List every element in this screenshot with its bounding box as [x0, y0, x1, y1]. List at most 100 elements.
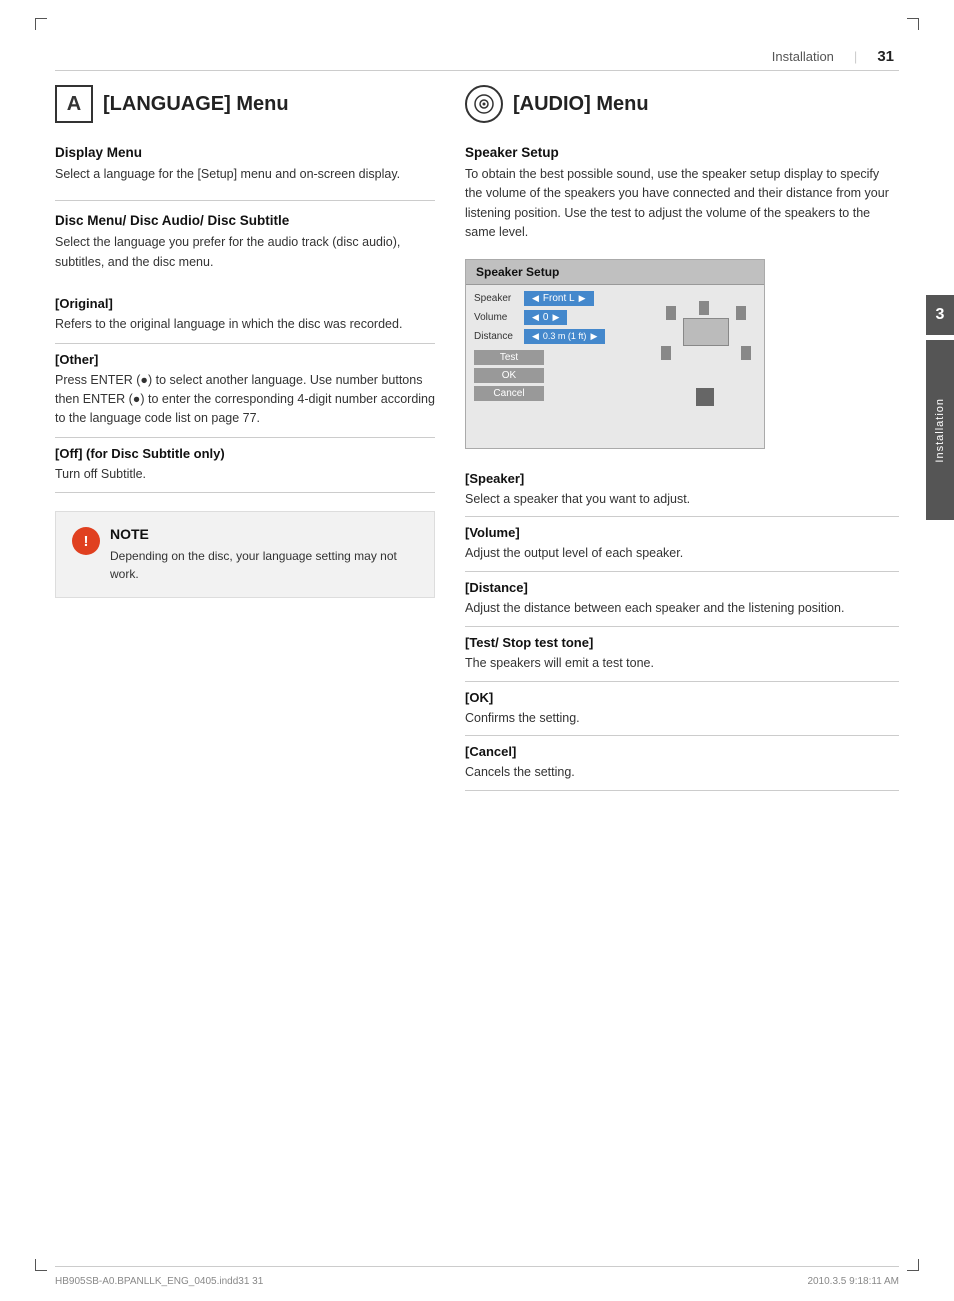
- test-button[interactable]: Test: [474, 350, 544, 365]
- audio-item-cancel: [Cancel] Cancels the setting.: [465, 736, 899, 791]
- dist-right-arrow: ▶: [590, 331, 597, 342]
- page-container: Installation | 31 3 Installation A [LANG…: [0, 0, 954, 1301]
- other-text: Press ENTER (●) to select another langua…: [55, 371, 435, 429]
- volume-label: Volume: [474, 312, 524, 323]
- disc-menu-text: Select the language you prefer for the a…: [55, 233, 435, 272]
- side-number-text: 3: [936, 306, 945, 324]
- note-box: ! NOTE Depending on the disc, your langu…: [55, 511, 435, 598]
- audio-section-header: [AUDIO] Menu: [465, 85, 899, 123]
- page-footer: HB905SB-A0.BPANLLK_ENG_0405.indd31 31 20…: [55, 1266, 899, 1291]
- audio-icon-svg: [473, 93, 495, 115]
- audio-ok-text: Confirms the setting.: [465, 709, 899, 728]
- speaker-setup-image: Speaker Setup Speaker ◀ Front L ▶: [465, 259, 765, 449]
- audio-section-title: [AUDIO] Menu: [513, 93, 649, 116]
- speaker-row-distance: Distance ◀ 0.3 m (1 ft) ▶: [474, 329, 650, 344]
- page-number: 31: [877, 48, 894, 65]
- off-text: Turn off Subtitle.: [55, 465, 435, 484]
- audio-volume-label: [Volume]: [465, 525, 899, 540]
- audio-ok-label: [OK]: [465, 690, 899, 705]
- audio-distance-text: Adjust the distance between each speaker…: [465, 599, 899, 618]
- speaker-row-speaker: Speaker ◀ Front L ▶: [474, 291, 650, 306]
- speaker-value-text: Front L: [543, 293, 575, 304]
- note-icon-symbol: !: [84, 533, 89, 550]
- audio-speaker-label: [Speaker]: [465, 471, 899, 486]
- display-menu-section: Display Menu Select a language for the […: [55, 145, 435, 184]
- corner-bl: [35, 1259, 47, 1271]
- note-content: NOTE Depending on the disc, your languag…: [110, 526, 418, 583]
- speaker-setup-body: Speaker ◀ Front L ▶ Volume ◀: [466, 285, 764, 412]
- speaker-surround-right: [741, 346, 751, 360]
- audio-icon: [465, 85, 503, 123]
- vol-left-arrow: ◀: [532, 312, 539, 323]
- header-line: [55, 70, 899, 71]
- left-column: A [LANGUAGE] Menu Display Menu Select a …: [55, 85, 435, 1246]
- speaker-label: Speaker: [474, 293, 524, 304]
- speaker-visual: [656, 291, 756, 406]
- language-item-off: [Off] (for Disc Subtitle only) Turn off …: [55, 438, 435, 493]
- audio-cancel-text: Cancels the setting.: [465, 763, 899, 782]
- distance-value-text: 0.3 m (1 ft): [543, 331, 587, 341]
- volume-value-text: 0: [543, 312, 549, 323]
- display-menu-heading: Display Menu: [55, 145, 435, 160]
- audio-test-text: The speakers will emit a test tone.: [465, 654, 899, 673]
- footer-right: 2010.3.5 9:18:11 AM: [807, 1276, 899, 1287]
- corner-tl: [35, 18, 47, 30]
- corner-br: [907, 1259, 919, 1271]
- language-icon: A: [55, 85, 93, 123]
- other-label: [Other]: [55, 352, 435, 367]
- speaker-center: [699, 301, 709, 315]
- speaker-diagram: [661, 296, 751, 406]
- corner-tr: [907, 18, 919, 30]
- original-text: Refers to the original language in which…: [55, 315, 435, 334]
- volume-value: ◀ 0 ▶: [524, 310, 567, 325]
- right-arrow-icon: ▶: [579, 293, 586, 304]
- speaker-setup-section: Speaker Setup To obtain the best possibl…: [465, 145, 899, 243]
- audio-volume-text: Adjust the output level of each speaker.: [465, 544, 899, 563]
- speaker-subwoofer: [696, 388, 714, 406]
- display-menu-text: Select a language for the [Setup] menu a…: [55, 165, 435, 184]
- speaker-value: ◀ Front L ▶: [524, 291, 594, 306]
- audio-cancel-label: [Cancel]: [465, 744, 899, 759]
- speaker-buttons: Test OK Cancel: [474, 350, 650, 401]
- left-arrow-icon: ◀: [532, 293, 539, 304]
- speaker-setup-ui-title: Speaker Setup: [476, 265, 559, 279]
- page-header: Installation | 31: [772, 48, 894, 65]
- side-tab-label: Installation: [934, 398, 946, 463]
- right-column: [AUDIO] Menu Speaker Setup To obtain the…: [465, 85, 899, 1246]
- ok-button[interactable]: OK: [474, 368, 544, 383]
- original-label: [Original]: [55, 296, 435, 311]
- note-text: Depending on the disc, your language set…: [110, 547, 418, 583]
- vol-right-arrow: ▶: [552, 312, 559, 323]
- audio-item-ok: [OK] Confirms the setting.: [465, 682, 899, 737]
- cancel-button[interactable]: Cancel: [474, 386, 544, 401]
- language-item-other: [Other] Press ENTER (●) to select anothe…: [55, 344, 435, 438]
- audio-test-label: [Test/ Stop test tone]: [465, 635, 899, 650]
- note-title: NOTE: [110, 526, 418, 542]
- language-icon-letter: A: [67, 93, 81, 116]
- audio-distance-label: [Distance]: [465, 580, 899, 595]
- main-content: A [LANGUAGE] Menu Display Menu Select a …: [55, 85, 899, 1246]
- audio-item-test: [Test/ Stop test tone] The speakers will…: [465, 627, 899, 682]
- header-title: Installation: [772, 49, 834, 64]
- language-section-header: A [LANGUAGE] Menu: [55, 85, 435, 123]
- side-tab: Installation: [926, 340, 954, 520]
- speaker-row-volume: Volume ◀ 0 ▶: [474, 310, 650, 325]
- disc-menu-section: Disc Menu/ Disc Audio/ Disc Subtitle Sel…: [55, 213, 435, 272]
- off-label: [Off] (for Disc Subtitle only): [55, 446, 435, 461]
- note-icon: !: [72, 527, 100, 555]
- audio-item-distance: [Distance] Adjust the distance between e…: [465, 572, 899, 627]
- language-section-title: [LANGUAGE] Menu: [103, 93, 289, 116]
- disc-menu-heading: Disc Menu/ Disc Audio/ Disc Subtitle: [55, 213, 435, 228]
- speaker-front-left: [666, 306, 676, 320]
- audio-item-speaker: [Speaker] Select a speaker that you want…: [465, 463, 899, 518]
- distance-label: Distance: [474, 331, 524, 342]
- divider-1: [55, 200, 435, 201]
- language-item-original: [Original] Refers to the original langua…: [55, 288, 435, 343]
- audio-item-volume: [Volume] Adjust the output level of each…: [465, 517, 899, 572]
- side-tab-number: 3: [926, 295, 954, 335]
- distance-value: ◀ 0.3 m (1 ft) ▶: [524, 329, 605, 344]
- audio-speaker-text: Select a speaker that you want to adjust…: [465, 490, 899, 509]
- footer-left: HB905SB-A0.BPANLLK_ENG_0405.indd31 31: [55, 1276, 263, 1287]
- dist-left-arrow: ◀: [532, 331, 539, 342]
- speaker-surround-left: [661, 346, 671, 360]
